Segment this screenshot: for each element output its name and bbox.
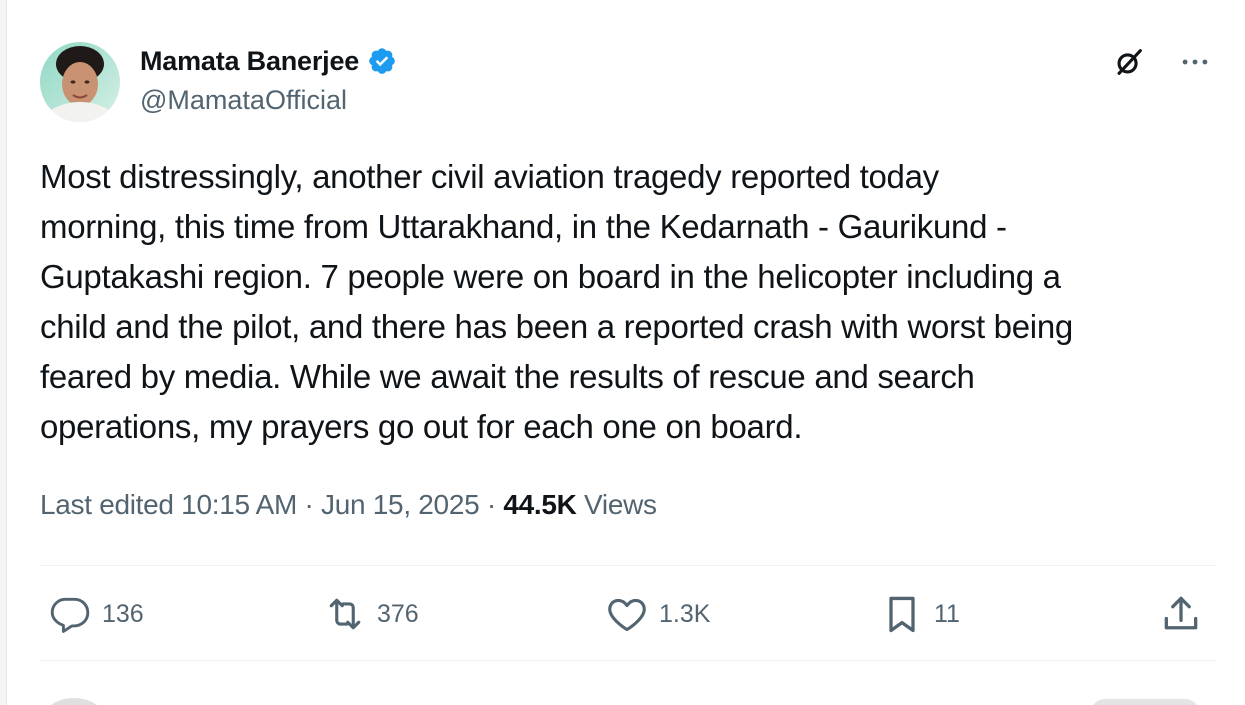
post-text-line: feared by media. While we await the resu… [40,358,975,395]
reply-composer-avatar [44,698,104,705]
views-label: Views [576,489,657,520]
share-icon [1164,596,1198,630]
post-text: Most distressingly, another civil aviati… [40,152,1220,452]
more-icon[interactable] [1177,44,1213,80]
post-text-line: child and the pilot, and there has been … [40,308,1073,345]
author-name[interactable]: Mamata Banerjee [140,46,359,77]
reply-icon [50,597,90,633]
post-top-actions [1111,44,1213,80]
action-bar: 136 376 1.3K 11 [40,588,1217,640]
like-count: 1.3K [659,599,711,628]
bookmark-button[interactable]: 11 [880,588,960,640]
post-text-line: morning, this time from Uttarakhand, in … [40,208,1007,245]
like-button[interactable]: 1.3K [605,588,710,640]
bookmark-icon [889,596,915,633]
reply-submit-button[interactable] [1090,699,1200,705]
bookmark-count: 11 [934,599,960,628]
grok-icon[interactable] [1111,44,1147,80]
share-button[interactable] [1159,588,1203,640]
divider [40,565,1217,566]
repost-icon [329,598,361,630]
avatar[interactable] [40,42,120,122]
heart-icon [608,598,646,632]
divider [40,660,1217,661]
post-text-line: Most distressingly, another civil aviati… [40,158,939,195]
post-meta: Last edited 10:15 AM · Jun 15, 2025 · 44… [40,489,657,521]
left-frame-edge [0,0,7,705]
reply-count: 136 [102,599,144,628]
post-text-line: Guptakashi region. 7 people were on boar… [40,258,1061,295]
verified-badge-icon[interactable] [367,46,397,76]
author-handle[interactable]: @MamataOfficial [140,85,347,116]
edited-timestamp[interactable]: Last edited 10:15 AM · Jun 15, 2025 · [40,489,503,520]
reply-button[interactable]: 136 [48,588,144,640]
repost-button[interactable]: 376 [323,588,419,640]
views-count: 44.5K [503,489,577,520]
author-name-row[interactable]: Mamata Banerjee [140,44,397,78]
repost-count: 376 [377,599,419,628]
post-text-line: operations, my prayers go out for each o… [40,408,803,445]
